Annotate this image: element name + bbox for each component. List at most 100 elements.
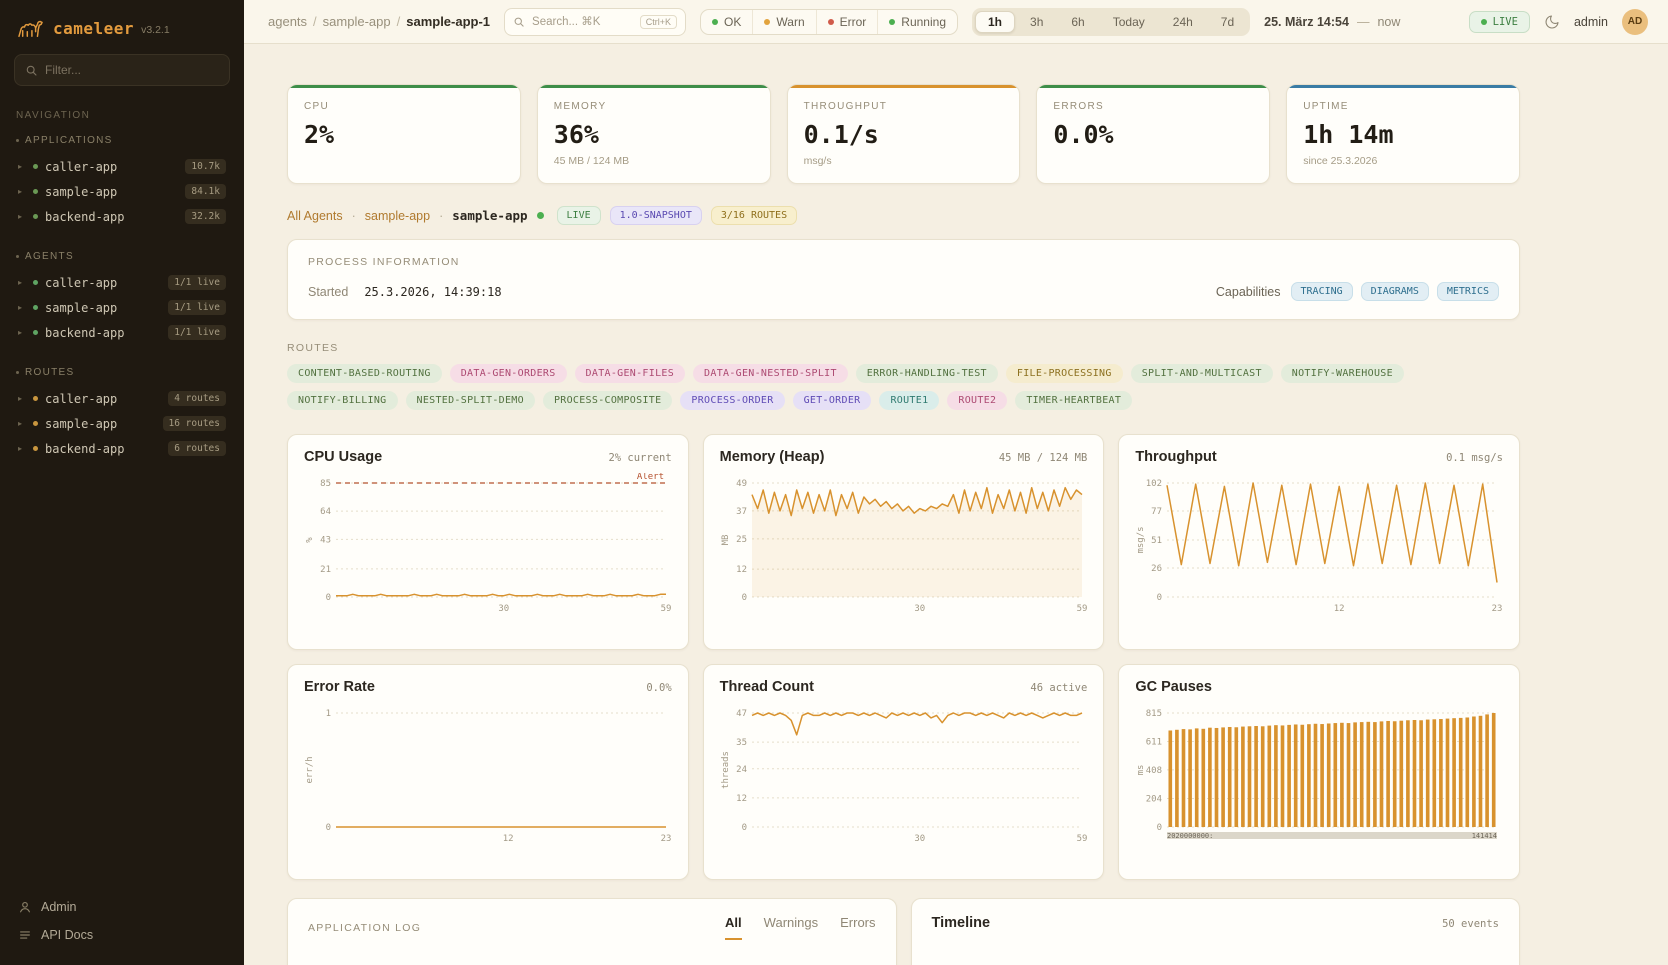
log-tab-all[interactable]: All	[725, 915, 742, 940]
username-label: admin	[1574, 15, 1608, 29]
route-chip-timer-heartbeat[interactable]: TIMER-HEARTBEAT	[1015, 391, 1132, 410]
kpi-card-cpu: CPU2%	[287, 84, 521, 184]
svg-text:141414: 141414	[1472, 832, 1497, 840]
route-chip-get-order[interactable]: GET-ORDER	[793, 391, 872, 410]
route-chip-file-processing[interactable]: FILE-PROCESSING	[1006, 364, 1123, 383]
time-range-24h[interactable]: 24h	[1160, 11, 1206, 33]
status-dot-icon	[764, 19, 770, 25]
route-chip-process-order[interactable]: PROCESS-ORDER	[680, 391, 784, 410]
chart-card-thread-count: Thread Count46 active0122435473059thread…	[703, 664, 1105, 880]
status-filter-error[interactable]: Error	[816, 10, 878, 34]
topbar: agents / sample-app / sample-app-1 Ctrl+…	[244, 0, 1668, 44]
route-chip-data-gen-orders[interactable]: DATA-GEN-ORDERS	[450, 364, 567, 383]
svg-text:59: 59	[1076, 834, 1087, 844]
section-title-text: ROUTES	[25, 367, 74, 378]
route-chip-process-composite[interactable]: PROCESS-COMPOSITE	[543, 391, 672, 410]
search-input[interactable]	[532, 16, 633, 28]
app-logo[interactable]: cameleer v3.2.1	[14, 14, 230, 54]
route-chip-split-and-multicast[interactable]: SPLIT-AND-MULTICAST	[1131, 364, 1273, 383]
route-chip-error-handling-test[interactable]: ERROR-HANDLING-TEST	[856, 364, 998, 383]
live-toggle[interactable]: LIVE	[1469, 11, 1530, 33]
sidebar-item-sample-app[interactable]: ▸sample-app16 routes	[14, 411, 230, 436]
route-chip-notify-billing[interactable]: NOTIFY-BILLING	[287, 391, 398, 410]
log-tabs: All Warnings Errors	[725, 915, 875, 940]
chart-header: Memory (Heap)45 MB / 124 MB	[720, 449, 1088, 465]
status-filter-label: Warn	[776, 15, 804, 29]
chart-card-throughput: Throughput0.1 msg/s02651771021223msg/s	[1118, 434, 1520, 650]
context-link-sample-app[interactable]: sample-app	[365, 209, 430, 223]
section-title-text: APPLICATIONS	[25, 135, 113, 146]
filter-input[interactable]	[45, 63, 219, 77]
chart-meta-value: 46 active	[1030, 682, 1087, 694]
status-dot-icon	[889, 19, 895, 25]
sidebar-item-backend-app[interactable]: ▸backend-app6 routes	[14, 436, 230, 461]
time-range-1h[interactable]: 1h	[975, 11, 1015, 33]
sidebar-item-caller-app[interactable]: ▸caller-app1/1 live	[14, 270, 230, 295]
route-chip-content-based-routing[interactable]: CONTENT-BASED-ROUTING	[287, 364, 442, 383]
sidebar-section-title[interactable]: AGENTS	[16, 251, 228, 262]
status-filter-warn[interactable]: Warn	[752, 10, 815, 34]
chart-title: Thread Count	[720, 679, 814, 695]
sidebar-item-sample-app[interactable]: ▸sample-app84.1k	[14, 179, 230, 204]
kpi-label: CPU	[304, 101, 504, 112]
sidebar-item-caller-app[interactable]: ▸caller-app10.7k	[14, 154, 230, 179]
svg-text:threads: threads	[721, 751, 731, 789]
log-tab-errors[interactable]: Errors	[840, 915, 875, 940]
chevron-right-icon: ▸	[18, 303, 26, 312]
topbar-right: LIVE admin AD	[1469, 9, 1648, 35]
global-search[interactable]: Ctrl+K	[504, 8, 686, 36]
svg-text:611: 611	[1146, 738, 1162, 748]
time-range-today[interactable]: Today	[1100, 11, 1158, 33]
capability-badge-metrics: METRICS	[1437, 282, 1499, 301]
chart-meta-value: 2% current	[608, 452, 671, 464]
sidebar-section-title[interactable]: APPLICATIONS	[16, 135, 228, 146]
chart-header: CPU Usage 2% current	[304, 449, 672, 465]
footer-item-api-docs[interactable]: API Docs	[14, 921, 230, 949]
route-chip-route1[interactable]: ROUTE1	[879, 391, 939, 410]
route-chip-nested-split-demo[interactable]: NESTED-SPLIT-DEMO	[406, 391, 535, 410]
sidebar-item-label: backend-app	[45, 442, 161, 456]
sidebar-section-title[interactable]: ROUTES	[16, 367, 228, 378]
sidebar-item-sample-app[interactable]: ▸sample-app1/1 live	[14, 295, 230, 320]
time-range-3h[interactable]: 3h	[1017, 11, 1056, 33]
route-chip-data-gen-nested-split[interactable]: DATA-GEN-NESTED-SPLIT	[693, 364, 848, 383]
time-range-7d[interactable]: 7d	[1208, 11, 1247, 33]
time-window[interactable]: 25. März 14:54 — now	[1264, 15, 1400, 29]
route-chip-data-gen-files[interactable]: DATA-GEN-FILES	[575, 364, 686, 383]
kpi-card-errors: ERRORS0.0%	[1036, 84, 1270, 184]
footer-item-admin[interactable]: Admin	[14, 893, 230, 921]
context-link-all-agents[interactable]: All Agents	[287, 209, 343, 223]
breadcrumb-agents[interactable]: agents	[268, 14, 307, 29]
route-chip-route2[interactable]: ROUTE2	[947, 391, 1007, 410]
kpi-accent-bar	[538, 85, 770, 88]
svg-text:47: 47	[736, 709, 747, 719]
time-range-6h[interactable]: 6h	[1058, 11, 1097, 33]
route-chip-notify-warehouse[interactable]: NOTIFY-WAREHOUSE	[1281, 364, 1404, 383]
svg-text:0: 0	[1157, 823, 1162, 833]
sidebar-item-label: caller-app	[45, 160, 178, 174]
agent-context-bar: All Agents·sample-app· sample-app LIVE1.…	[287, 206, 1520, 225]
avatar[interactable]: AD	[1622, 9, 1648, 35]
svg-text:26: 26	[1151, 564, 1162, 574]
chart-header: GC Pauses	[1135, 679, 1503, 695]
chart-card-memory-heap: Memory (Heap)45 MB / 124 MB0122537493059…	[703, 434, 1105, 650]
route-chip-list: CONTENT-BASED-ROUTING DATA-GEN-ORDERS DATA…	[287, 364, 1520, 410]
status-filter-running[interactable]: Running	[877, 10, 957, 34]
chart-title: CPU Usage	[304, 449, 382, 465]
sidebar-item-badge: 32.2k	[185, 209, 226, 224]
sidebar-section-routes: ROUTES ▸caller-app4 routes▸sample-app16 r…	[14, 367, 230, 461]
sidebar-item-backend-app[interactable]: ▸backend-app1/1 live	[14, 320, 230, 345]
dark-mode-toggle[interactable]	[1544, 14, 1560, 30]
started-label: Started	[308, 285, 348, 299]
sidebar-item-caller-app[interactable]: ▸caller-app4 routes	[14, 386, 230, 411]
log-tab-warnings[interactable]: Warnings	[764, 915, 818, 940]
breadcrumb-sample-app[interactable]: sample-app	[323, 14, 391, 29]
sidebar-item-backend-app[interactable]: ▸backend-app32.2k	[14, 204, 230, 229]
sidebar-item-badge: 1/1 live	[168, 300, 226, 315]
application-log-title: APPLICATION LOG	[308, 922, 421, 934]
capability-badge-tracing: TRACING	[1291, 282, 1353, 301]
sidebar-filter[interactable]	[14, 54, 230, 86]
status-filter-ok[interactable]: OK	[701, 10, 752, 34]
content-column: agents / sample-app / sample-app-1 Ctrl+…	[244, 0, 1668, 965]
application-log-card: APPLICATION LOG All Warnings Errors	[287, 898, 897, 965]
